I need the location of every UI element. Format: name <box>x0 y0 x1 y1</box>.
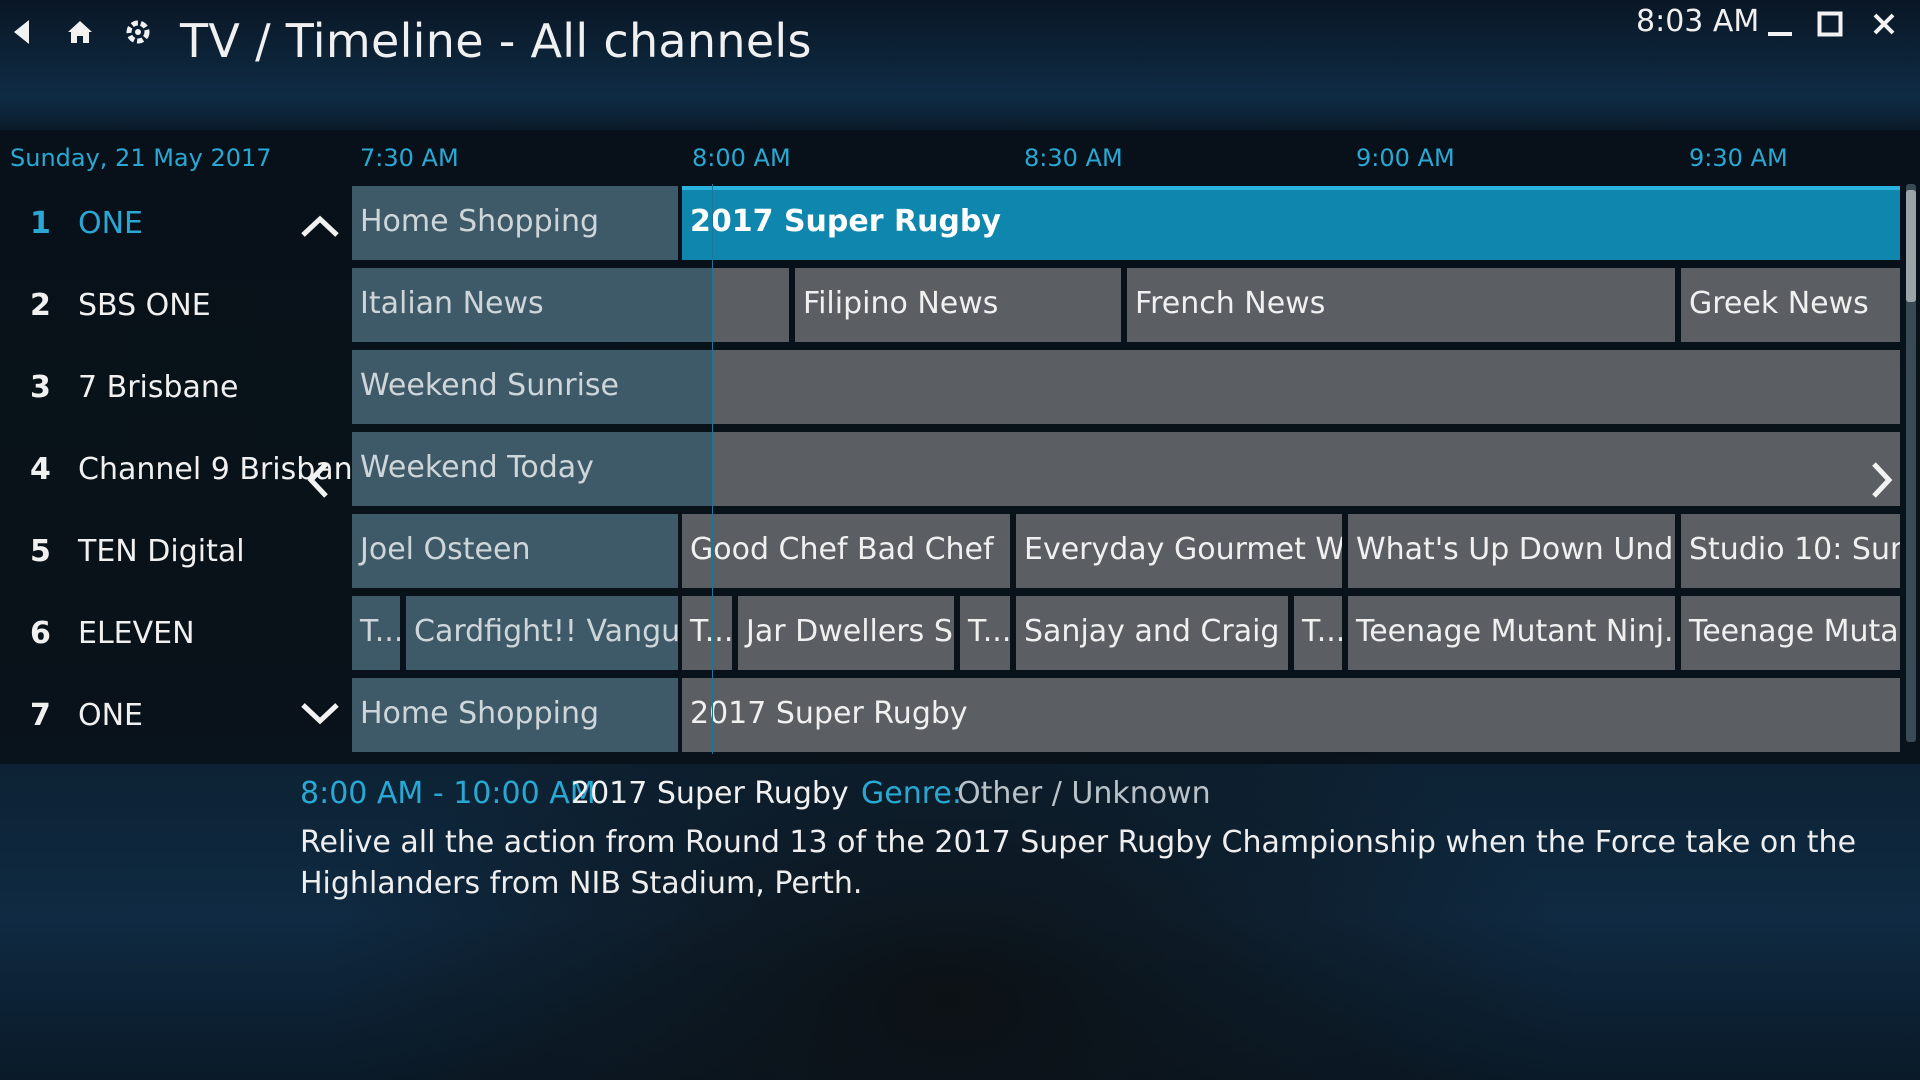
page-title: TV / Timeline - All channels <box>180 14 812 68</box>
minimize-icon[interactable] <box>1760 4 1800 44</box>
programme-cell[interactable]: T... <box>1294 596 1342 670</box>
genre-value: Other / Unknown <box>957 776 1211 811</box>
programme-time-range: 8:00 AM - 10:00 AM <box>300 776 596 811</box>
guide-date: Sunday, 21 May 2017 <box>10 144 272 172</box>
channel-number: 5 <box>30 534 51 569</box>
programme-cell[interactable]: Weekend Today <box>352 432 712 506</box>
channel-name: ONE <box>78 206 144 241</box>
channel-name: 7 Brisbane <box>78 370 239 405</box>
current-time-indicator <box>712 184 713 754</box>
programme-cell[interactable]: Weekend Sunrise <box>352 350 712 424</box>
time-slot-label: 7:30 AM <box>360 144 459 172</box>
home-icon[interactable] <box>60 12 100 52</box>
channel-row-2[interactable]: 2 SBS ONE <box>0 268 340 344</box>
programme-cell[interactable]: Teenage Mutan <box>1681 596 1900 670</box>
chevron-down-icon[interactable] <box>296 694 344 734</box>
programme-cell[interactable]: Cardfight!! Vangu... <box>406 596 678 670</box>
programme-cell[interactable]: T... <box>352 596 400 670</box>
tv-guide-screen: TV / Timeline - All channels 8:03 AM Sun… <box>0 0 1920 1080</box>
channel-name: TEN Digital <box>78 534 245 569</box>
time-slot-label: 9:30 AM <box>1689 144 1788 172</box>
channel-number: 7 <box>30 698 51 733</box>
channel-number: 6 <box>30 616 51 651</box>
programme-cell[interactable]: Home Shopping <box>352 678 678 752</box>
settings-icon[interactable] <box>118 12 158 52</box>
channel-row-3[interactable]: 3 7 Brisbane <box>0 350 340 426</box>
channel-number: 4 <box>30 452 51 487</box>
channel-number: 1 <box>30 206 51 241</box>
programme-cell[interactable]: T... <box>682 596 732 670</box>
vertical-scrollbar[interactable] <box>1906 184 1916 742</box>
time-slot-label: 9:00 AM <box>1356 144 1455 172</box>
channel-row-4[interactable]: 4 Channel 9 Brisbane <box>0 432 371 508</box>
close-icon[interactable] <box>1864 4 1904 44</box>
programme-cell[interactable]: Everyday Gourmet Wit... <box>1016 514 1342 588</box>
programme-cell[interactable]: Sanjay and Craig <box>1016 596 1288 670</box>
programme-cell[interactable] <box>712 432 1900 506</box>
programme-description: Relive all the action from Round 13 of t… <box>300 825 1857 901</box>
maximize-icon[interactable] <box>1810 4 1850 44</box>
programme-cell[interactable]: Italian News <box>352 268 712 342</box>
channel-row-6[interactable]: 6 ELEVEN <box>0 596 340 672</box>
scroll-left-icon[interactable] <box>296 452 340 508</box>
programme-cell[interactable]: T... <box>960 596 1010 670</box>
scroll-right-icon[interactable] <box>1860 452 1904 508</box>
channel-name: SBS ONE <box>78 288 211 323</box>
programme-title: 2017 Super Rugby <box>571 776 849 811</box>
channel-number: 2 <box>30 288 51 323</box>
programme-cell[interactable]: Studio 10: Sunda <box>1681 514 1900 588</box>
programme-cell[interactable]: Teenage Mutant Ninj... <box>1348 596 1675 670</box>
programme-cell[interactable]: Greek News <box>1681 268 1900 342</box>
channel-name: ONE <box>78 698 144 733</box>
programme-cell[interactable] <box>712 350 1900 424</box>
programme-cell[interactable]: Jar Dwellers S... <box>738 596 954 670</box>
channel-row-1[interactable]: 1 ONE <box>0 186 340 262</box>
top-bar: TV / Timeline - All channels 8:03 AM <box>0 0 1920 110</box>
programme-cell[interactable]: Good Chef Bad Chef <box>682 514 1010 588</box>
channel-number: 3 <box>30 370 51 405</box>
genre-label: Genre: <box>861 776 962 811</box>
channel-row-5[interactable]: 5 TEN Digital <box>0 514 340 590</box>
programme-cell[interactable]: Joel Osteen <box>352 514 678 588</box>
time-slot-label: 8:30 AM <box>1024 144 1123 172</box>
channel-name: ELEVEN <box>78 616 195 651</box>
time-slot-label: 8:00 AM <box>692 144 791 172</box>
scrollbar-thumb[interactable] <box>1906 190 1916 302</box>
programme-cell[interactable]: What's Up Down Under <box>1348 514 1675 588</box>
programme-cell[interactable]: French News <box>1127 268 1675 342</box>
programme-cell[interactable]: Filipino News <box>795 268 1121 342</box>
programme-cell[interactable]: Home Shopping <box>352 186 678 260</box>
programme-cell-focused[interactable]: 2017 Super Rugby <box>682 186 1900 260</box>
back-icon[interactable] <box>2 12 42 52</box>
chevron-up-icon[interactable] <box>296 206 344 246</box>
channel-row-7[interactable]: 7 ONE <box>0 678 340 754</box>
programme-cell[interactable] <box>712 268 789 342</box>
clock: 8:03 AM <box>1636 4 1760 39</box>
programme-cell[interactable]: 2017 Super Rugby <box>682 678 1900 752</box>
